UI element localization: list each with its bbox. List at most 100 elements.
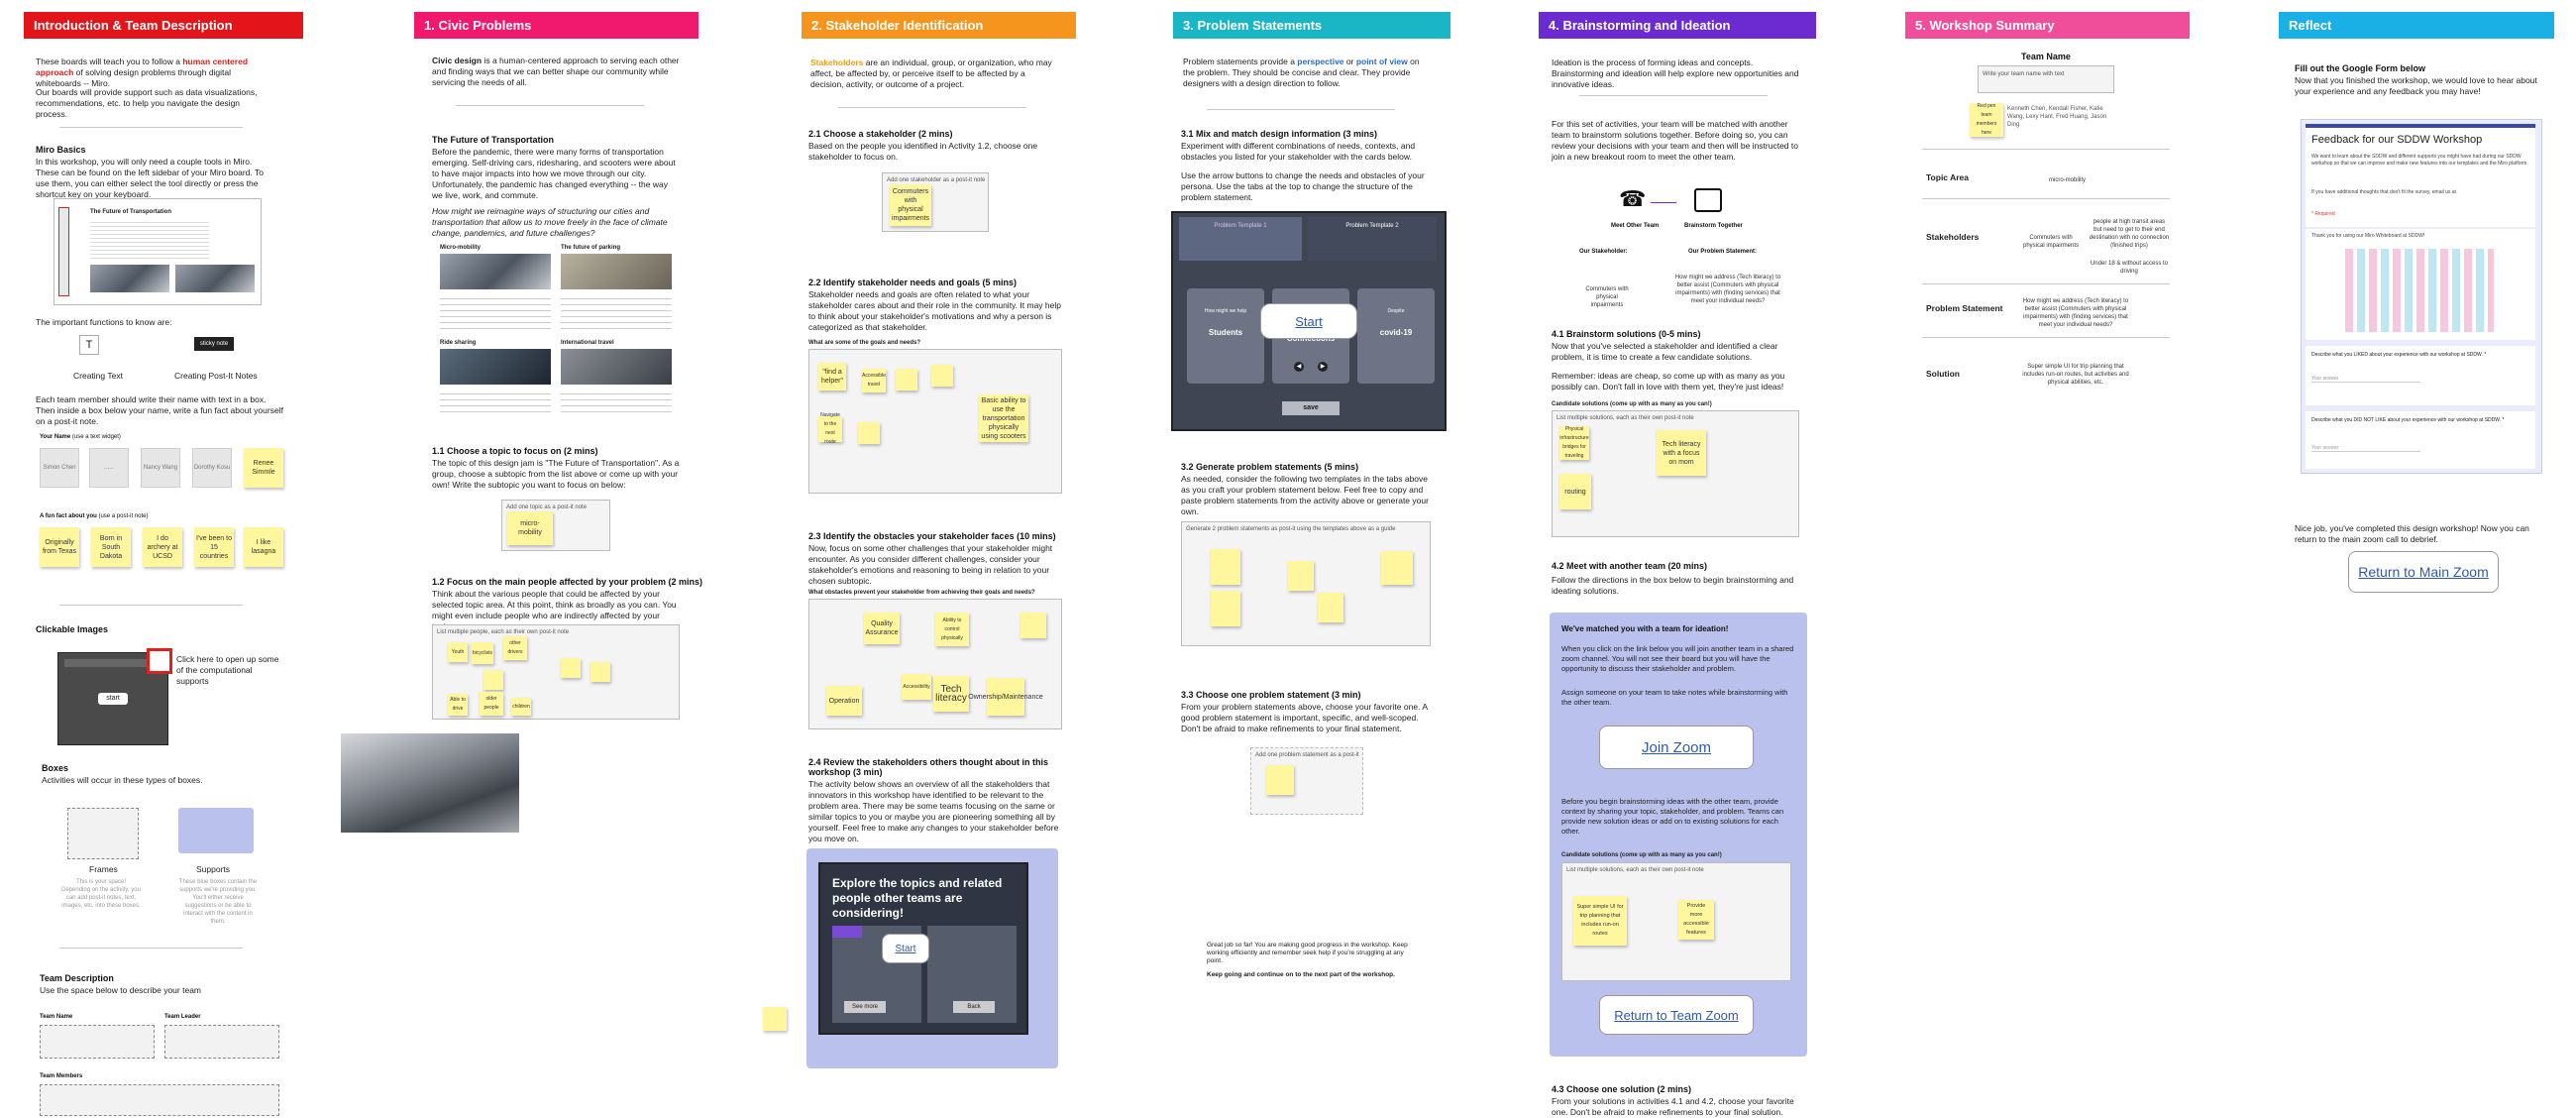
activity-2-1-text: Based on the people you identified in Ac… [808, 141, 1038, 162]
name-box[interactable]: Nancy Wang [141, 448, 180, 488]
form-answer-field[interactable]: Your answer [2311, 445, 2420, 452]
name-box[interactable]: Simon Chen [40, 448, 79, 488]
form-question-2[interactable]: Describe what you DID NOT LIKE about you… [2306, 411, 2535, 469]
people-frame[interactable]: List multiple people, each as their own … [432, 624, 680, 720]
clickable-images-title: Clickable Images [36, 624, 109, 634]
activity-2-2-text: Stakeholder needs and goals are often re… [808, 289, 1061, 332]
name-box[interactable]: Dorothy Kosu [192, 448, 232, 488]
name-sticky[interactable]: Renee Simmle [244, 448, 283, 488]
people-sticky[interactable]: older people [480, 692, 503, 716]
stray-sticky[interactable] [763, 1007, 787, 1031]
stakeholder-intro: Stakeholders are an individual, group, o… [810, 57, 1052, 89]
thumbnail-image [90, 265, 169, 292]
divider [838, 107, 1026, 108]
fun-fact-sticky[interactable]: I like lasagna [244, 527, 283, 567]
header-problem-statements: 3. Problem Statements [1173, 12, 1450, 39]
goals-sticky[interactable] [858, 422, 880, 444]
see-more-button[interactable]: See more [844, 1001, 886, 1013]
people-sticky[interactable] [590, 662, 610, 682]
template-tab-2[interactable]: Problem Template 2 [1308, 217, 1437, 261]
team-description-text: Use the space below to describe your tea… [40, 985, 202, 995]
back-button[interactable]: Back [953, 1001, 995, 1013]
thumbnail-title: The Future of Transportation [90, 209, 171, 215]
people-sticky[interactable]: children [511, 698, 531, 716]
divider [1922, 283, 2170, 284]
goals-sticky[interactable] [931, 365, 953, 387]
goals-sticky[interactable] [896, 369, 917, 391]
join-zoom-button[interactable]: Join Zoom [1599, 726, 1754, 769]
solution-sticky[interactable]: Tech literacy with a focus on mom [1657, 430, 1706, 476]
problem-sticky[interactable] [1211, 549, 1240, 585]
obstacles-sticky[interactable]: Quality Assurance [864, 613, 900, 644]
goals-sticky[interactable]: Navigate to the next route [818, 412, 842, 445]
topic-sticky[interactable]: micro-mobility [507, 511, 553, 545]
team-description-title: Team Description [40, 973, 114, 983]
template-tab-1[interactable]: Problem Template 1 [1179, 217, 1302, 261]
goals-sticky[interactable]: Basic ability to use the transportation … [979, 394, 1028, 442]
frames-desc: This is your space! Depending on the act… [61, 879, 141, 909]
save-button[interactable]: save [1282, 401, 1340, 415]
solution-sticky[interactable]: Physical infrastructure bridges for trav… [1559, 426, 1589, 460]
civic-intro: Civic design is a human-centered approac… [432, 56, 680, 87]
people-sticky[interactable] [483, 670, 503, 690]
goals-sticky[interactable]: Accessible travel [862, 369, 886, 392]
people-sticky[interactable]: other drivers [503, 636, 527, 660]
people-sticky[interactable]: bicyclists [472, 642, 493, 664]
summary-sticky[interactable]: Red pen team members here [1970, 103, 2003, 137]
return-team-zoom-button[interactable]: Return to Team Zoom [1599, 995, 1754, 1035]
obstacles-sticky[interactable]: Operation [826, 686, 862, 716]
fun-fact-sticky[interactable]: Born in South Dakota [91, 527, 131, 567]
return-main-zoom-button[interactable]: Return to Main Zoom [2348, 551, 2499, 593]
people-sticky[interactable]: Youth [448, 642, 468, 662]
people-sticky[interactable] [561, 658, 581, 678]
people-sticky[interactable]: Able to drive [448, 694, 468, 716]
divider [1922, 198, 2170, 199]
summary-team-name-input[interactable]: Write your team name with text [1978, 65, 2114, 93]
team-leader-input[interactable] [164, 1025, 279, 1059]
final-problem-sticky[interactable] [1266, 765, 1294, 795]
form-thanks: Thank you for using our Miro Whiteboard … [2311, 233, 2425, 239]
keep-going-text: Keep going and continue on to the next p… [1207, 971, 1395, 978]
miro-thumbnail[interactable]: The Future of Transportation [54, 198, 262, 305]
obstacles-sticky[interactable] [1020, 613, 1046, 638]
obstacles-sticky[interactable]: Tech literacy [933, 676, 969, 712]
problem-sticky[interactable] [1211, 591, 1240, 626]
solution-sticky[interactable]: Super simple UI for trip planning that i… [1573, 896, 1627, 946]
mix-start-button[interactable]: Start [1260, 303, 1357, 339]
fun-fact-sticky[interactable]: I've been to 15 countries [194, 527, 234, 567]
obstacles-sticky[interactable]: Ability to control physically [935, 613, 969, 646]
team-name-input[interactable] [40, 1025, 155, 1059]
team-members-input[interactable] [40, 1084, 279, 1116]
open-support-icon[interactable] [147, 648, 172, 674]
fun-fact-sticky[interactable]: I do archery at UCSD [143, 527, 182, 567]
chat-icon [1694, 188, 1722, 212]
image-label: International travel [561, 340, 614, 346]
activity-4-3-text: From your solutions in activities 4.1 an… [1552, 1096, 1794, 1117]
problem-sticky[interactable] [1381, 551, 1413, 585]
google-form[interactable]: Feedback for our SDDW Workshop We want t… [2301, 119, 2542, 474]
form-answer-field[interactable]: Your answer [2311, 376, 2420, 383]
problem-sticky[interactable] [1318, 593, 1343, 622]
stakeholder-sticky[interactable]: Commuters with physical impairments [890, 184, 931, 226]
prev-arrow-icon[interactable]: ◀ [1294, 362, 1304, 372]
form-question-1[interactable]: Describe what you LIKED about your exper… [2306, 346, 2535, 405]
fun-fact-sticky[interactable]: Originally from Texas [40, 527, 79, 567]
goals-sticky[interactable]: "find a helper" [818, 363, 846, 391]
problem-sticky[interactable] [1288, 561, 1314, 591]
summary-label-problem: Problem Statement [1926, 303, 2003, 313]
name-box[interactable]: ...... [89, 448, 129, 488]
explore-tab[interactable] [832, 926, 862, 938]
next-arrow-icon[interactable]: ▶ [1318, 362, 1328, 372]
future-text: Before the pandemic, there were many for… [432, 147, 676, 200]
explore-start-button[interactable]: Start [882, 934, 929, 963]
divider [1207, 109, 1395, 110]
activity-4-1-text: Now that you've selected a stakeholder a… [1552, 341, 1778, 362]
fill-out-title: Fill out the Google Form below [2295, 63, 2425, 73]
solution-sticky[interactable]: routing [1559, 474, 1591, 509]
obstacles-sticky[interactable]: Ownership/Maintenance [968, 678, 1043, 716]
obstacles-sticky[interactable]: Accessibility [902, 674, 931, 700]
card-value: covid-19 [1379, 328, 1413, 337]
solution-sticky[interactable]: Provide more accessible features [1678, 900, 1714, 940]
card-sub: Despite [1387, 308, 1405, 314]
team-name-label: Team Name [40, 1014, 73, 1020]
